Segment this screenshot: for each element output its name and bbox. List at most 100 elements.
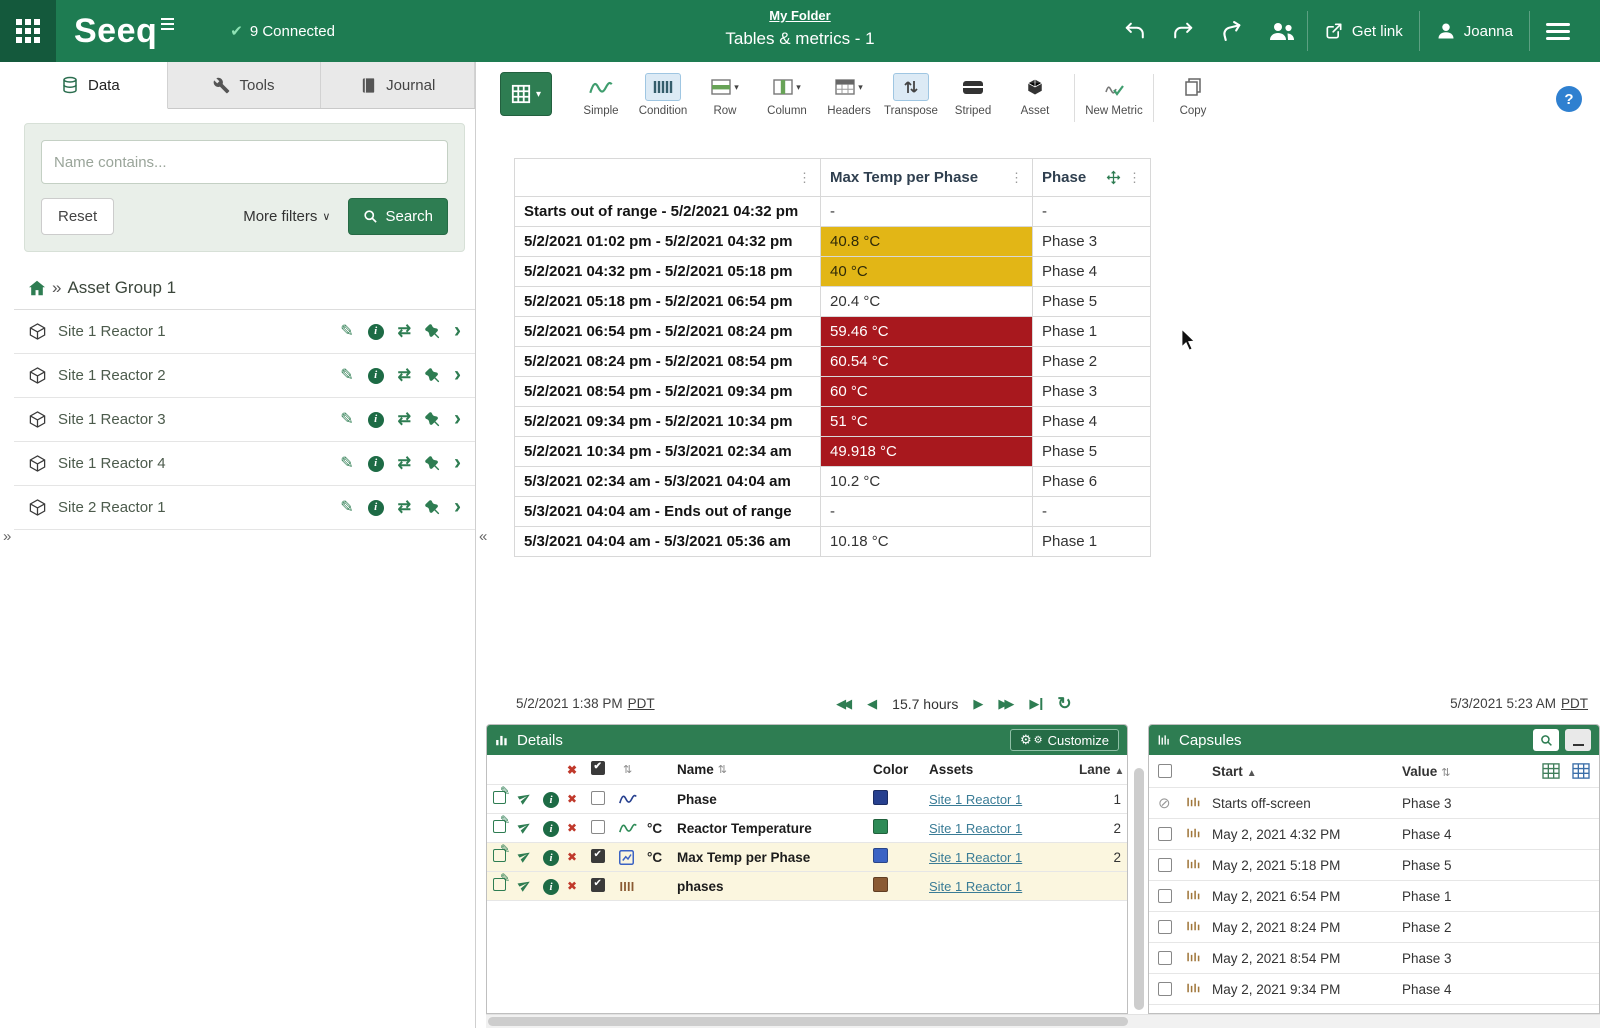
sort-icon[interactable]: ⇅ (623, 763, 632, 776)
search-button[interactable]: Search (348, 198, 448, 235)
refresh-icon[interactable]: ↻ (1057, 694, 1071, 714)
collapse-sidebar-chevron[interactable]: « (479, 528, 487, 545)
asset-group-label[interactable]: Asset Group 1 (67, 278, 176, 298)
tool-condition[interactable]: Condition (632, 73, 694, 117)
swap-icon[interactable]: ⇄ (398, 324, 411, 340)
capsule-checkbox[interactable] (1158, 889, 1172, 903)
edit-item-icon[interactable]: ✎ (493, 820, 506, 833)
pin-icon[interactable] (425, 500, 440, 515)
item-name[interactable]: Max Temp per Phase (677, 850, 873, 865)
column-menu-icon[interactable]: ⋮ (798, 170, 811, 186)
item-checkbox[interactable] (591, 849, 605, 863)
minimize-panel-button[interactable] (1565, 729, 1591, 751)
column-menu-icon[interactable]: ⋮ (1128, 170, 1141, 186)
add-column-icon[interactable] (1542, 763, 1560, 779)
info-icon[interactable]: i (368, 412, 384, 428)
redo-button[interactable] (1159, 11, 1207, 51)
capsule-row[interactable]: ⊘ May 2, 2021 6:54 PM Phase 1 (1149, 881, 1599, 912)
edit-icon[interactable]: ✎ (340, 456, 353, 472)
table-row[interactable]: 5/2/2021 05:18 pm - 5/2/2021 06:54 pm 20… (515, 287, 1151, 317)
details-row[interactable]: ✎ i ✖ °C Reactor Temperature (487, 814, 1127, 843)
capsule-checkbox[interactable] (1158, 858, 1172, 872)
capsule-row[interactable]: ⊘ Starts off-screen Phase 3 (1149, 788, 1599, 819)
chevron-right-icon[interactable]: › (454, 452, 461, 473)
tool-new-metric[interactable]: New Metric (1083, 73, 1145, 117)
scrollbar-thumb[interactable] (1134, 768, 1144, 1010)
duration-label[interactable]: 15.7 hours (892, 696, 958, 712)
vertical-scrollbar[interactable] (1133, 724, 1145, 1014)
edit-item-icon[interactable]: ✎ (493, 878, 506, 891)
info-icon[interactable]: i (368, 324, 384, 340)
step-back-half-icon[interactable]: ◀◀ (836, 696, 852, 712)
capsule-checkbox[interactable] (1158, 827, 1172, 841)
table-row[interactable]: 5/2/2021 09:34 pm - 5/2/2021 10:34 pm 51… (515, 407, 1151, 437)
step-forward-icon[interactable]: ▶ (973, 696, 983, 712)
lane-column-header[interactable]: Lane▲ (1079, 762, 1121, 777)
range-start[interactable]: 5/2/2021 1:38 PMPDT (516, 696, 655, 711)
asset-item-label[interactable]: Site 1 Reactor 3 (58, 411, 340, 428)
get-link-button[interactable]: Get link (1307, 11, 1419, 51)
item-checkbox[interactable] (591, 820, 605, 834)
item-info-icon[interactable]: i (543, 821, 559, 837)
table-row[interactable]: 5/2/2021 06:54 pm - 5/2/2021 08:24 pm 59… (515, 317, 1151, 347)
edit-item-icon[interactable]: ✎ (493, 849, 506, 862)
details-row[interactable]: ✎ i ✖ °C Max Temp per Phase (487, 843, 1127, 872)
trend-item-icon[interactable] (519, 849, 543, 865)
remove-item-icon[interactable]: ✖ (567, 850, 591, 864)
tool-copy[interactable]: Copy (1162, 73, 1224, 117)
trend-item-icon[interactable] (519, 820, 543, 836)
asset-link[interactable]: Site 1 Reactor 1 (929, 879, 1022, 894)
share-button[interactable] (1207, 11, 1257, 51)
tool-simple[interactable]: Simple (570, 73, 632, 117)
expand-panel-chevron[interactable]: » (3, 528, 11, 545)
table-row[interactable]: 5/2/2021 01:02 pm - 5/2/2021 04:32 pm 40… (515, 227, 1151, 257)
pin-icon[interactable] (425, 368, 440, 383)
swap-icon[interactable]: ⇄ (398, 368, 411, 384)
sort-icon[interactable]: ⇅ (718, 763, 727, 776)
tool-transpose[interactable]: Transpose (880, 73, 942, 117)
add-stat-column-icon[interactable] (1572, 763, 1590, 779)
swap-icon[interactable]: ⇄ (398, 500, 411, 516)
swap-icon[interactable]: ⇄ (398, 456, 411, 472)
hamburger-menu-button[interactable] (1529, 11, 1586, 51)
tab-tools[interactable]: Tools (168, 62, 322, 108)
table-row[interactable]: 5/2/2021 08:54 pm - 5/2/2021 09:34 pm 60… (515, 377, 1151, 407)
range-end[interactable]: 5/3/2021 5:23 AMPDT (1450, 696, 1588, 711)
customize-button[interactable]: ⚙⚙ Customize (1010, 729, 1119, 751)
asset-item-label[interactable]: Site 2 Reactor 1 (58, 499, 340, 516)
asset-link[interactable]: Site 1 Reactor 1 (929, 792, 1022, 807)
edit-icon[interactable]: ✎ (340, 368, 353, 384)
item-info-icon[interactable]: i (543, 850, 559, 866)
breadcrumb[interactable]: My Folder (769, 8, 830, 23)
table-header-capsule[interactable]: ⋮ (515, 159, 821, 197)
capsule-row[interactable]: ⊘ May 2, 2021 8:24 PM Phase 2 (1149, 912, 1599, 943)
table-row[interactable]: 5/2/2021 08:24 pm - 5/2/2021 08:54 pm 60… (515, 347, 1151, 377)
color-swatch[interactable] (873, 848, 888, 863)
details-row[interactable]: ✎ i ✖ Phase (487, 785, 1127, 814)
tab-data[interactable]: Data (14, 62, 168, 109)
color-swatch[interactable] (873, 877, 888, 892)
asset-link[interactable]: Site 1 Reactor 1 (929, 850, 1022, 865)
undo-button[interactable] (1111, 11, 1159, 51)
table-row[interactable]: 5/3/2021 04:04 am - 5/3/2021 05:36 am 10… (515, 527, 1151, 557)
table-row[interactable]: 5/2/2021 10:34 pm - 5/3/2021 02:34 am 49… (515, 437, 1151, 467)
item-checkbox[interactable] (591, 791, 605, 805)
table-row[interactable]: Starts out of range - 5/2/2021 04:32 pm … (515, 197, 1151, 227)
edit-icon[interactable]: ✎ (340, 500, 353, 516)
user-menu[interactable]: Joanna (1419, 11, 1529, 51)
capsule-row[interactable]: ⊘ May 2, 2021 5:18 PM Phase 5 (1149, 850, 1599, 881)
capsule-row[interactable]: ⊘ May 2, 2021 4:32 PM Phase 4 (1149, 819, 1599, 850)
chevron-right-icon[interactable]: › (454, 320, 461, 341)
chevron-right-icon[interactable]: › (454, 408, 461, 429)
remove-item-icon[interactable]: ✖ (567, 879, 591, 893)
connection-status[interactable]: ✔ 9 Connected (230, 22, 335, 40)
item-info-icon[interactable]: i (543, 792, 559, 808)
step-back-icon[interactable]: ◀ (867, 696, 877, 712)
pin-icon[interactable] (425, 412, 440, 427)
collaborators-button[interactable] (1257, 11, 1307, 51)
capsule-row[interactable]: ⊘ May 2, 2021 9:34 PM Phase 4 (1149, 974, 1599, 1005)
tool-row[interactable]: ▾ Row (694, 73, 756, 117)
table-header-phase[interactable]: Phase ⋮ (1033, 159, 1151, 197)
item-name[interactable]: Reactor Temperature (677, 821, 873, 836)
sort-icon[interactable]: ⇅ (1441, 767, 1450, 779)
